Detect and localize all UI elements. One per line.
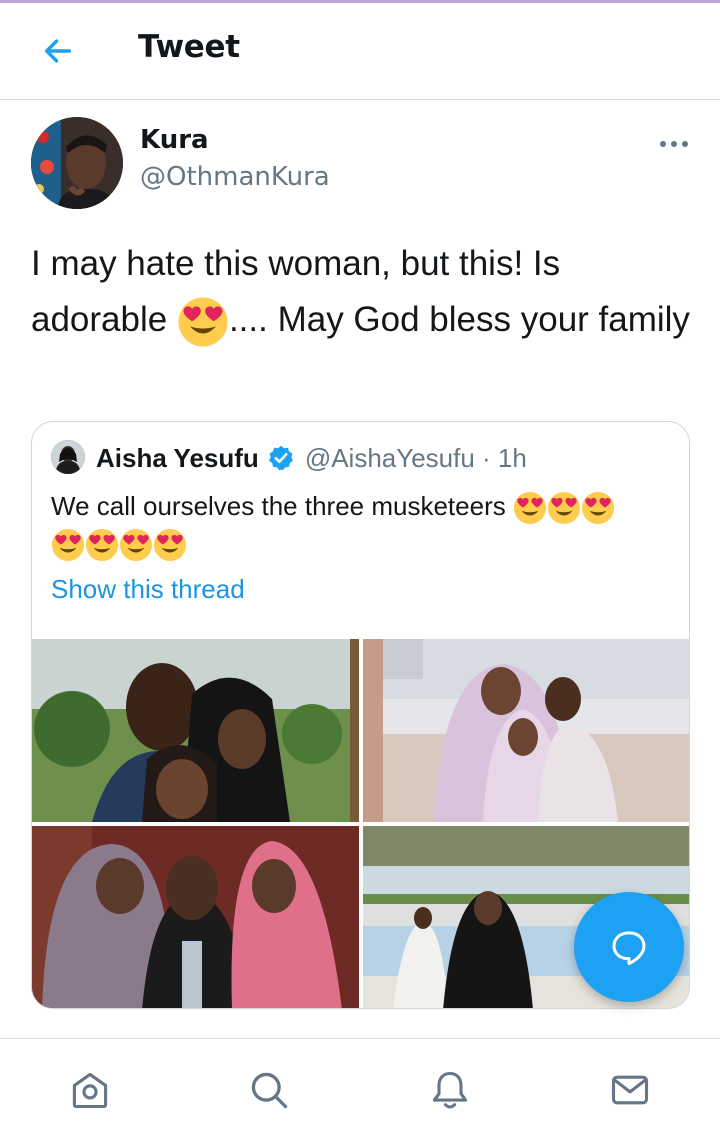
heart-eyes-emoji bbox=[547, 491, 581, 525]
author-name[interactable]: Kura bbox=[140, 125, 209, 155]
author-handle[interactable]: @OthmanKura bbox=[140, 162, 330, 192]
nav-search[interactable] bbox=[245, 1066, 293, 1114]
heart-eyes-emoji bbox=[177, 296, 229, 348]
compose-reply-icon bbox=[612, 931, 646, 966]
author-avatar[interactable] bbox=[31, 117, 123, 209]
back-button[interactable] bbox=[36, 29, 80, 73]
heart-eyes-emoji bbox=[153, 528, 187, 562]
quoted-text-body: We call ourselves the three musketeers bbox=[51, 491, 506, 521]
heart-eyes-emoji bbox=[513, 491, 547, 525]
arrow-left-icon bbox=[44, 39, 72, 63]
app-header: Tweet bbox=[0, 3, 720, 100]
quoted-tweet-header: Aisha Yesufu @AishaYesufu · 1h bbox=[96, 441, 527, 475]
tweet-text-part2: .... May God bless your family bbox=[228, 300, 690, 339]
nav-home[interactable] bbox=[66, 1066, 114, 1114]
heart-eyes-emoji bbox=[581, 491, 615, 525]
mail-icon bbox=[611, 1075, 649, 1105]
quoted-author-handle-time: @AishaYesufu · 1h bbox=[304, 442, 527, 473]
bell-icon bbox=[432, 1071, 468, 1109]
photo-studio-portrait[interactable] bbox=[32, 826, 359, 1008]
more-options-button[interactable] bbox=[652, 130, 696, 158]
reply-fab-button[interactable] bbox=[574, 892, 684, 1002]
photo-family-outdoor[interactable] bbox=[32, 639, 359, 822]
heart-eyes-emoji bbox=[85, 528, 119, 562]
quoted-tweet-text: We call ourselves the three musketeers bbox=[51, 488, 671, 562]
verified-badge-icon bbox=[267, 444, 295, 472]
page-title: Tweet bbox=[138, 29, 240, 65]
nav-messages[interactable] bbox=[606, 1066, 654, 1114]
heart-eyes-emoji bbox=[51, 528, 85, 562]
tweet-text: I may hate this woman, but this! Is ador… bbox=[31, 236, 696, 348]
show-thread-link[interactable]: Show this thread bbox=[51, 574, 245, 605]
photo-beach[interactable] bbox=[363, 639, 689, 822]
bottom-navigation bbox=[0, 1038, 720, 1141]
home-icon bbox=[72, 1072, 108, 1109]
more-horizontal-icon bbox=[660, 141, 688, 147]
heart-eyes-emoji bbox=[119, 528, 153, 562]
search-icon bbox=[251, 1072, 288, 1109]
nav-notifications[interactable] bbox=[426, 1066, 474, 1114]
quoted-author-name: Aisha Yesufu bbox=[96, 442, 259, 473]
quoted-author-avatar bbox=[51, 440, 85, 474]
